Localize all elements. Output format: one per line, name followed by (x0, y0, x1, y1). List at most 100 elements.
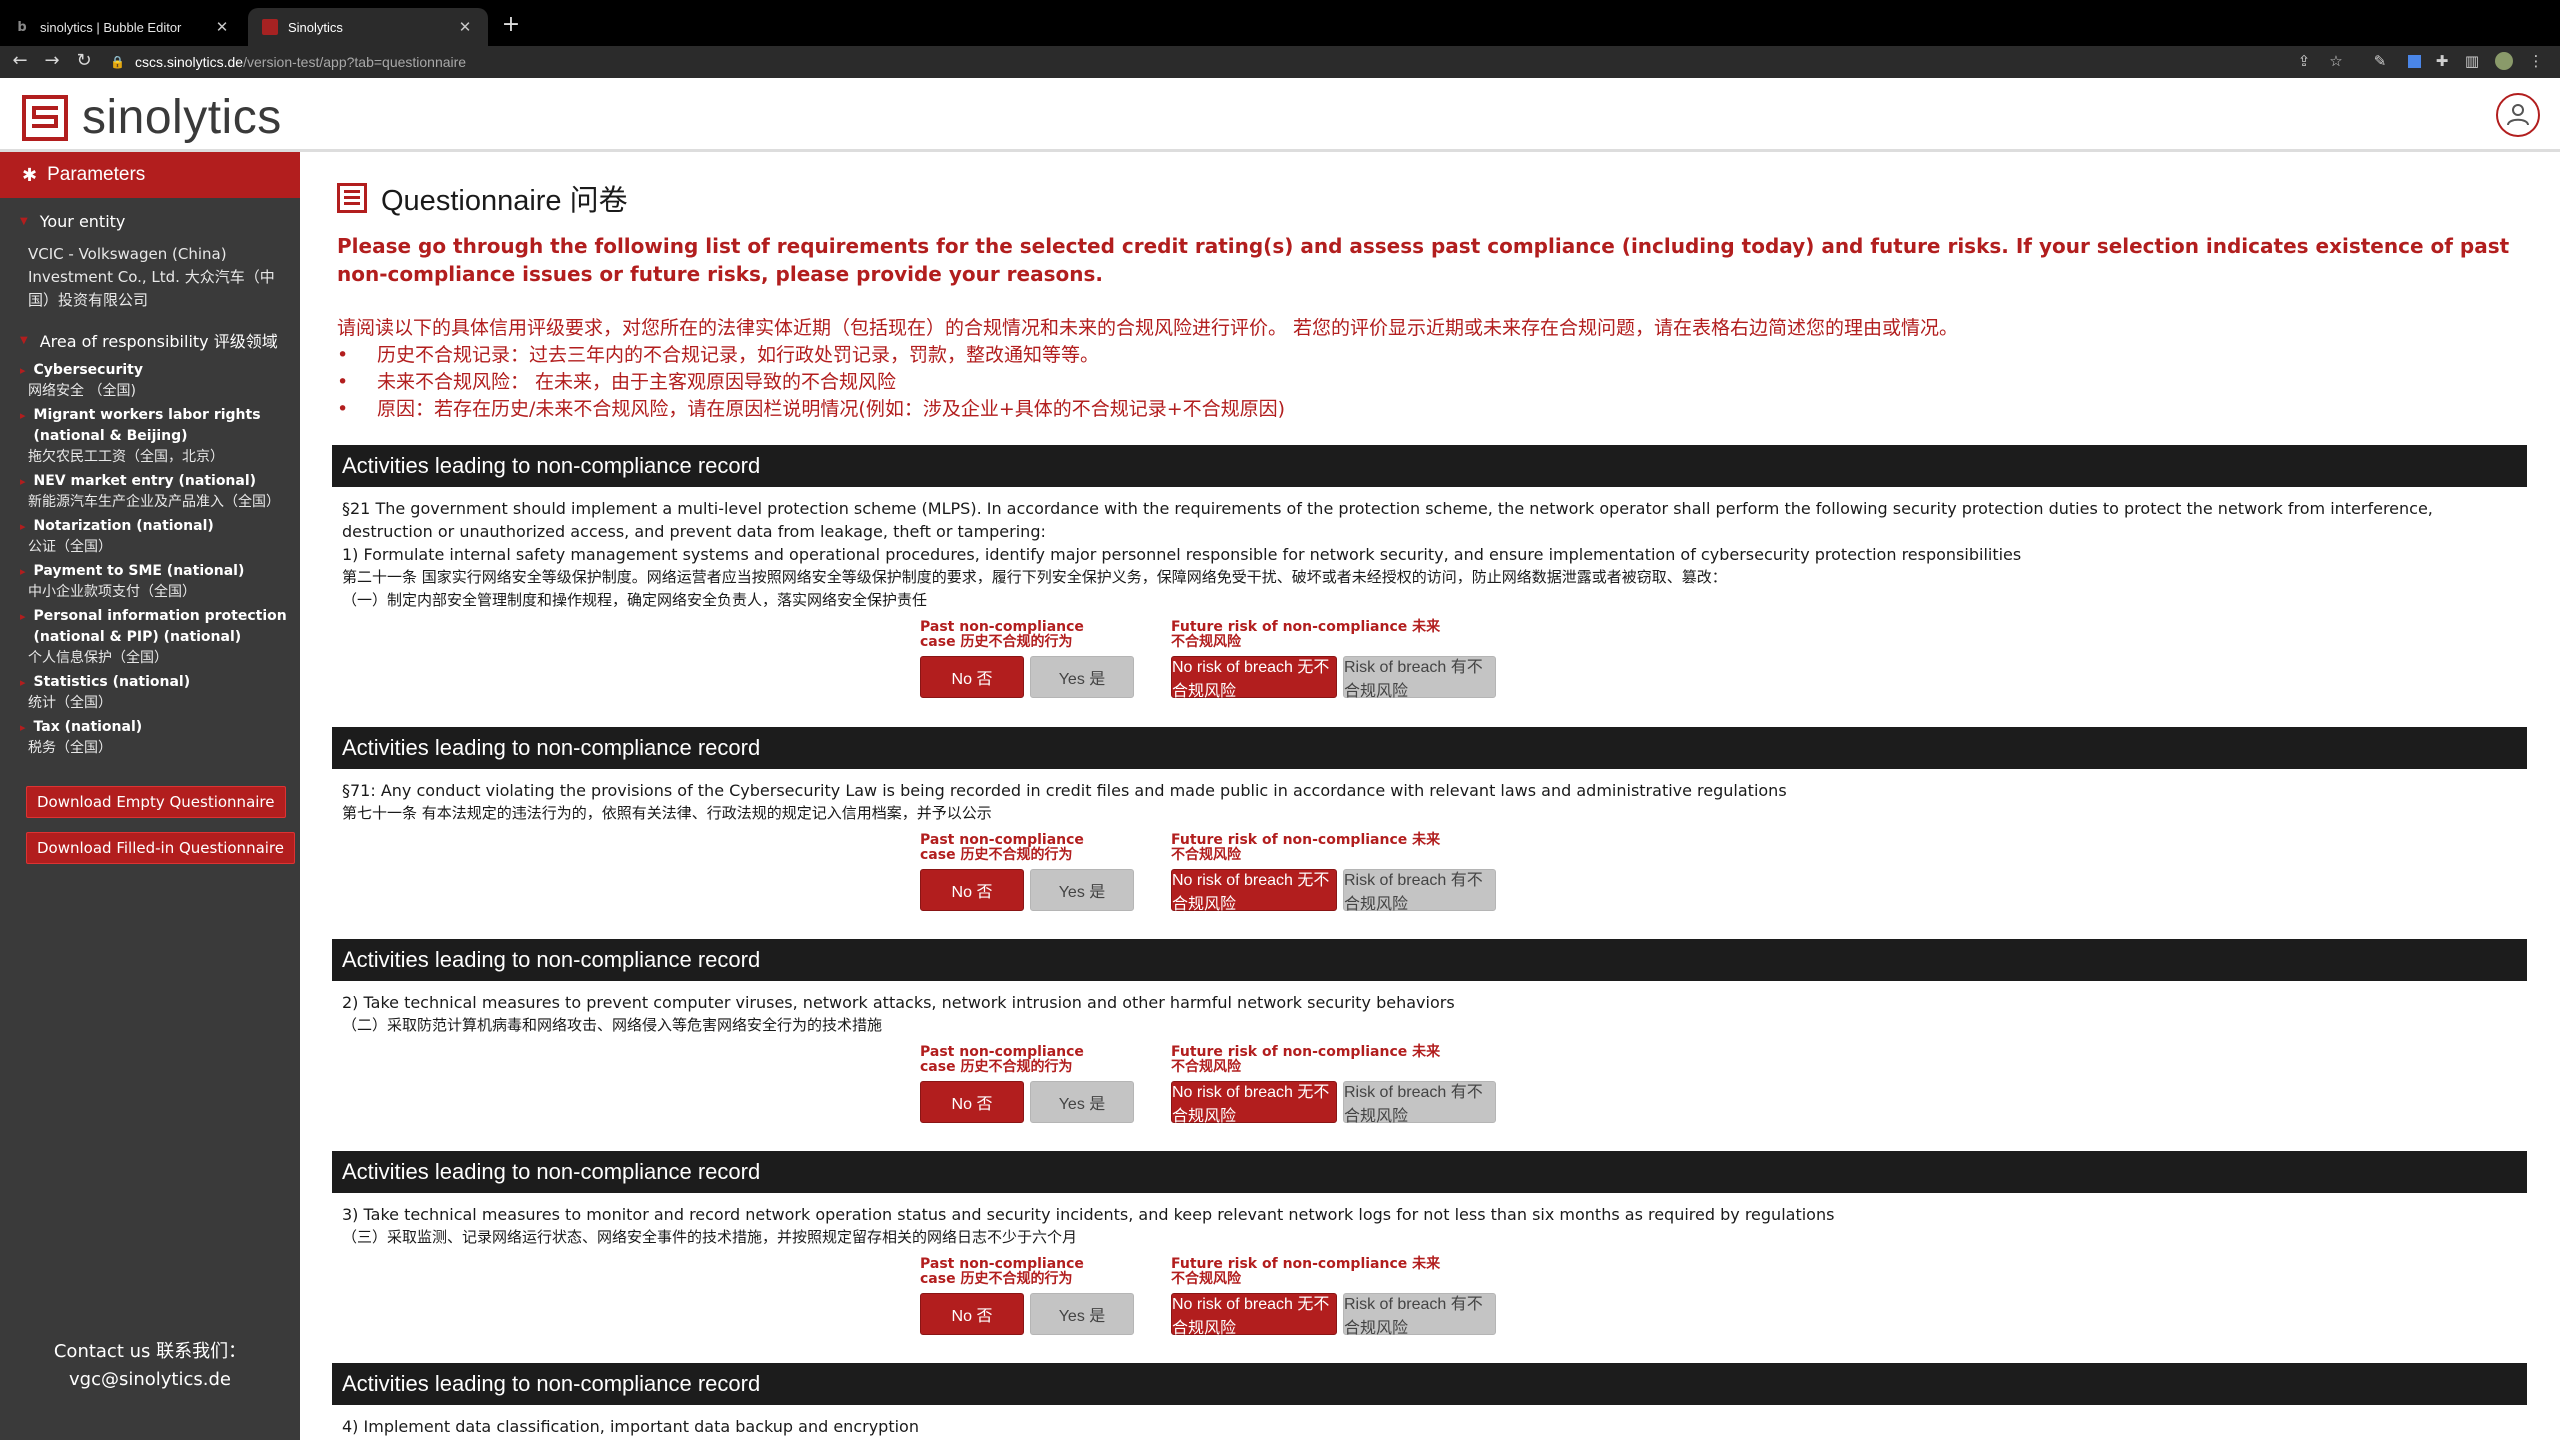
requirement-line-zh: （二）采取防范计算机病毒和网络攻击、网络侵入等危害网络安全行为的技术措施 (342, 1016, 883, 1034)
area-item-notarization[interactable]: ▸ Notarization (national) 公证（全国） (20, 516, 294, 557)
address-bar[interactable]: 🔒 cscs.sinolytics.de/version-test/app?ta… (110, 50, 466, 74)
bullet-icon: ▸ (20, 676, 26, 689)
user-icon (2507, 104, 2529, 126)
contact-info: Contact us 联系我们： vgc@sinolytics.de (0, 1338, 300, 1394)
parameters-label: Parameters (47, 164, 146, 185)
requirement-block: Activities leading to non-compliance rec… (332, 445, 2527, 730)
past-yes-button[interactable]: Yes 是 (1030, 869, 1134, 911)
area-name-en: NEV market entry (national) (33, 473, 257, 489)
requirement-line: 1) Formulate internal safety management … (342, 545, 2022, 564)
area-item-personal-information[interactable]: ▸ Personal information protection (nation… (20, 606, 294, 668)
download-empty-questionnaire-button[interactable]: Download Empty Questionnaire (26, 786, 286, 818)
risk-button[interactable]: Risk of breach 有不合规风险 (1343, 869, 1496, 913)
sinolytics-logo[interactable]: sinolytics (22, 90, 282, 145)
requirement-line-zh: 第七十一条 有本法规定的违法行为的，依照有关法律、行政法规的规定记入信用档案，并… (342, 804, 992, 822)
answer-row: Past non-compliance case 历史不合规的行为 Future … (332, 833, 2527, 943)
past-no-button[interactable]: No 否 (920, 656, 1024, 698)
user-profile-button[interactable] (2496, 93, 2540, 137)
sinolytics-logo-icon (22, 94, 68, 141)
tab-title: Sinolytics (288, 19, 343, 35)
intro-bullet: 原因：若存在历史/未来不合规风险，请在原因栏说明情况(例如：涉及企业+具体的不合… (337, 396, 2537, 423)
area-name-en: Notarization (national) (33, 518, 214, 534)
no-risk-button[interactable]: No risk of breach 无不合规风险 (1171, 1293, 1337, 1337)
requirement-line: §71: Any conduct violating the provision… (342, 781, 1787, 800)
area-item-tax[interactable]: ▸ Tax (national) 税务（全国） (20, 717, 294, 758)
area-item-migrant-workers[interactable]: ▸ Migrant workers labor rights (national … (20, 405, 294, 467)
side-panel-icon[interactable]: ▥ (2462, 51, 2482, 71)
logo-text: sinolytics (82, 91, 282, 144)
area-item-cybersecurity[interactable]: ▸ Cybersecurity 网络安全 （全国) (20, 360, 294, 401)
questionnaire-icon (337, 183, 367, 213)
area-label: Area of responsibility 评级领域 (39, 332, 278, 351)
back-arrow-icon[interactable]: ← (8, 50, 32, 71)
past-yes-button[interactable]: Yes 是 (1030, 1293, 1134, 1335)
reload-icon[interactable]: ↻ (72, 50, 96, 71)
past-yes-button[interactable]: Yes 是 (1030, 656, 1134, 698)
risk-button[interactable]: Risk of breach 有不合规风险 (1343, 1293, 1496, 1337)
browser-tab-bar: b sinolytics | Bubble Editor ✕ Sinolytic… (0, 0, 2560, 46)
area-name-zh: 税务（全国） (28, 740, 112, 756)
past-no-button[interactable]: No 否 (920, 869, 1024, 911)
bullet-icon: ▸ (20, 565, 26, 578)
entity-section-toggle[interactable]: ▼ Your entity (0, 212, 300, 231)
bookmark-star-icon[interactable]: ☆ (2326, 51, 2346, 71)
risk-button[interactable]: Risk of breach 有不合规风险 (1343, 1081, 1496, 1125)
no-risk-button[interactable]: No risk of breach 无不合规风险 (1171, 656, 1337, 700)
close-tab-icon[interactable]: ✕ (456, 18, 474, 36)
extension-window-icon[interactable] (2404, 51, 2424, 71)
lock-icon: 🔒 (110, 55, 125, 69)
past-no-button[interactable]: No 否 (920, 1293, 1024, 1335)
past-noncompliance-label: Past non-compliance case 历史不合规的行为 (920, 832, 1084, 863)
requirement-line: 2) Take technical measures to prevent co… (342, 993, 1455, 1012)
no-risk-button[interactable]: No risk of breach 无不合规风险 (1171, 869, 1337, 913)
extensions-puzzle-icon[interactable]: ✚ (2432, 51, 2452, 71)
area-name-zh: 公证（全国） (28, 539, 112, 555)
download-filled-questionnaire-button[interactable]: Download Filled-in Questionnaire (26, 832, 295, 864)
block-header: Activities leading to non-compliance rec… (332, 1151, 2527, 1193)
area-name-zh: 网络安全 （全国) (28, 383, 136, 399)
area-item-nev-market-entry[interactable]: ▸ NEV market entry (national) 新能源汽车生产企业及产… (20, 471, 294, 512)
past-yes-button[interactable]: Yes 是 (1030, 1081, 1134, 1123)
intro-bullet: 历史不合规记录：过去三年内的不合规记录，如行政处罚记录，罚款，整改通知等等。 (337, 342, 2537, 369)
block-header: Activities leading to non-compliance rec… (332, 727, 2527, 769)
requirement-line: 4) Implement data classification, import… (342, 1417, 919, 1436)
area-item-statistics[interactable]: ▸ Statistics (national) 统计（全国） (20, 672, 294, 713)
past-no-button[interactable]: No 否 (920, 1081, 1024, 1123)
requirement-text: §71: Any conduct violating the provision… (332, 769, 2527, 825)
risk-button[interactable]: Risk of breach 有不合规风险 (1343, 656, 1496, 700)
forward-arrow-icon[interactable]: → (40, 50, 64, 71)
questionnaire-main: Questionnaire 问卷 Please go through the f… (300, 152, 2560, 1440)
future-risk-label: Future risk of non-compliance 未来 不合规风险 (1171, 619, 1441, 650)
area-name-zh: 统计（全国） (28, 695, 112, 711)
area-item-payment-sme[interactable]: ▸ Payment to SME (national) 中小企业款项支付（全国） (20, 561, 294, 602)
chevron-down-icon: ▼ (20, 216, 28, 227)
profile-avatar-icon[interactable] (2494, 51, 2514, 71)
area-name-en: Tax (national) (33, 719, 143, 735)
intro-en: Please go through the following list of … (337, 234, 2510, 286)
answer-row: Past non-compliance case 历史不合规的行为 Future … (332, 1257, 2527, 1367)
new-tab-icon[interactable]: + (500, 12, 522, 37)
no-risk-button[interactable]: No risk of breach 无不合规风险 (1171, 1081, 1337, 1125)
area-name-zh: 中小企业款项支付（全国） (28, 584, 196, 600)
block-header: Activities leading to non-compliance rec… (332, 1363, 2527, 1405)
contact-email-link[interactable]: vgc@sinolytics.de (0, 1366, 300, 1394)
area-name-zh: 个人信息保护（全国） (28, 650, 168, 666)
share-icon[interactable]: ⇪ (2294, 51, 2314, 71)
requirement-line-zh: 第二十一条 国家实行网络安全等级保护制度。网络运营者应当按照网络安全等级保护制度… (342, 568, 1727, 586)
future-risk-label: Future risk of non-compliance 未来 不合规风险 (1171, 1044, 1441, 1075)
past-noncompliance-label: Past non-compliance case 历史不合规的行为 (920, 619, 1084, 650)
intro-zh: 请阅读以下的具体信用评级要求，对您所在的法律实体近期（包括现在）的合规情况和未来… (337, 315, 2537, 423)
chevron-down-icon: ▼ (20, 334, 28, 346)
browser-tab-bubble-editor[interactable]: b sinolytics | Bubble Editor ✕ (0, 8, 245, 46)
title-text: Questionnaire 问卷 (381, 185, 628, 217)
requirement-line-zh: （三）采取监测、记录网络运行状态、网络安全事件的技术措施，并按照规定留存相关的网… (342, 1228, 1078, 1246)
requirement-block: Activities leading to non-compliance rec… (332, 939, 2527, 1155)
browser-menu-icon[interactable]: ⋮ (2526, 51, 2546, 71)
extension-edit-icon[interactable]: ✎ (2370, 51, 2390, 71)
bullet-icon: ▸ (20, 610, 26, 623)
close-tab-icon[interactable]: ✕ (213, 18, 231, 36)
area-section-toggle[interactable]: ▼ Area of responsibility 评级领域 (0, 328, 300, 352)
browser-tab-sinolytics[interactable]: Sinolytics ✕ (248, 8, 488, 46)
intro-bullet: 未来不合规风险： 在未来，由于主客观原因导致的不合规风险 (337, 369, 2537, 396)
requirement-line: §21 The government should implement a mu… (342, 499, 2433, 541)
